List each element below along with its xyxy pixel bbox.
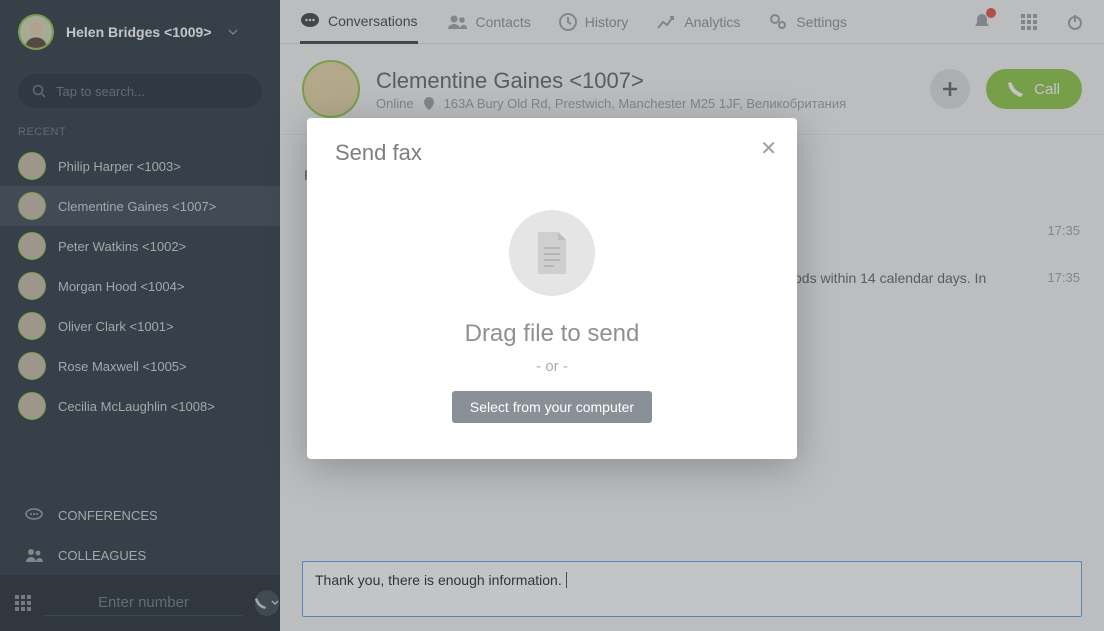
modal-overlay: Send fax ✕ Drag file to send - or - Sele… (0, 0, 1104, 631)
drag-text: Drag file to send (335, 320, 769, 348)
select-file-button[interactable]: Select from your computer (452, 391, 652, 423)
close-icon[interactable]: ✕ (760, 136, 777, 161)
modal-title: Send fax (335, 140, 769, 166)
send-fax-modal: Send fax ✕ Drag file to send - or - Sele… (307, 118, 797, 459)
or-text: - or - (335, 358, 769, 375)
file-drop-icon (509, 210, 595, 296)
